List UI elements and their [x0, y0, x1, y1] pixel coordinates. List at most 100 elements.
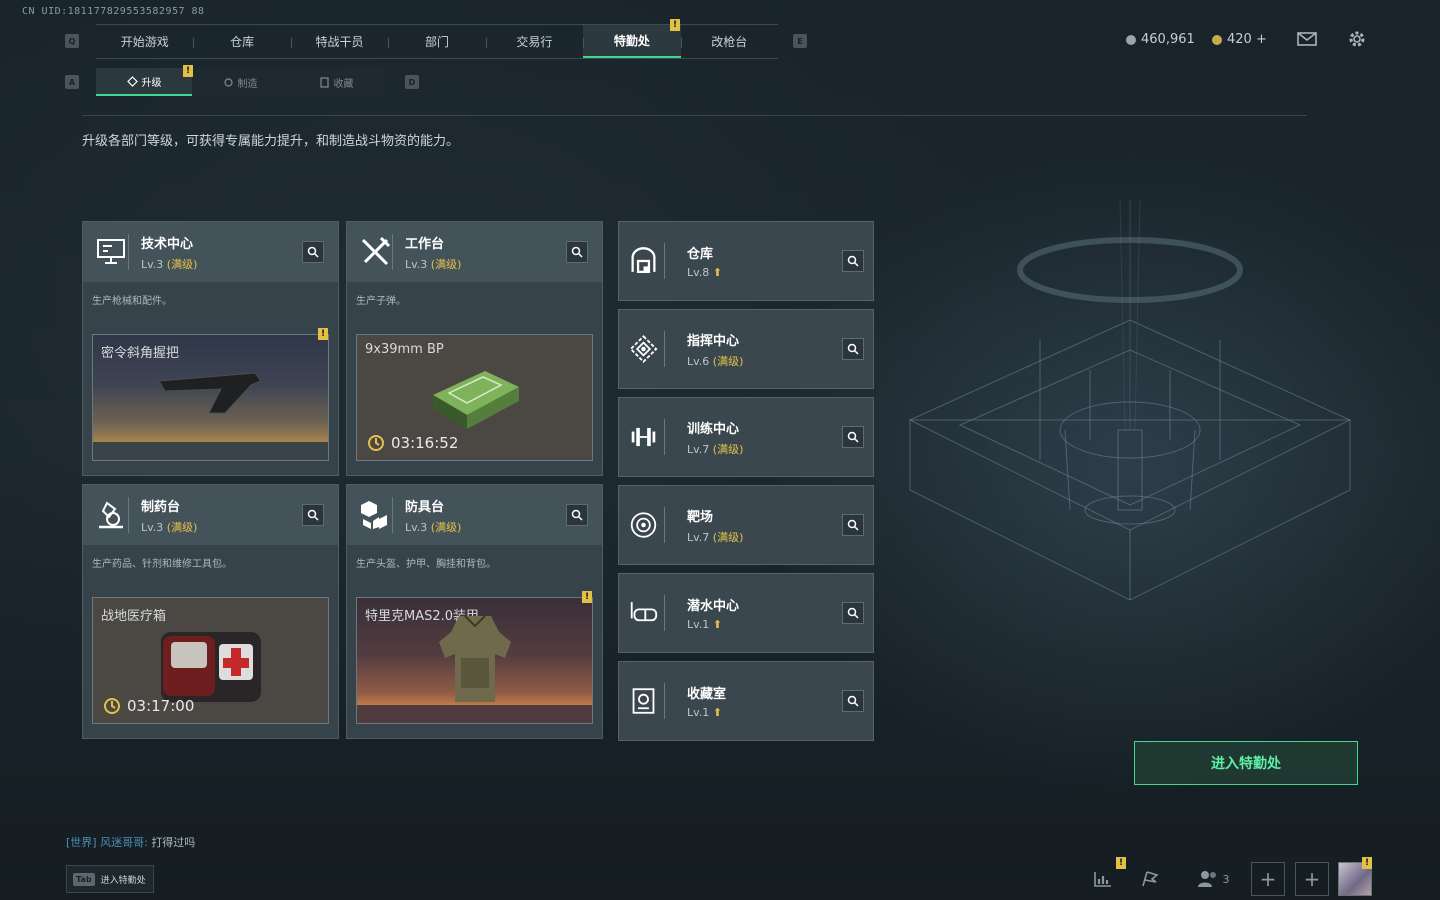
- card-workbench: 工作台 Lv.3 (满级) 生产子弹。 9x39mm BP 03:16:52: [346, 221, 603, 476]
- tech-center-alert-badge: !: [318, 328, 328, 340]
- silver-amount: 460,961: [1141, 32, 1195, 47]
- command-center-icon: [629, 335, 658, 363]
- room-collection-name: 收藏室: [687, 687, 727, 702]
- pharmacy-search-button[interactable]: [302, 504, 324, 526]
- enter-special-ops-button[interactable]: 进入特勤处: [1134, 741, 1358, 785]
- pharmacy-product[interactable]: 战地医疗箱 03:17:00: [92, 597, 329, 724]
- room-command-center[interactable]: 指挥中心 Lv.6 (满级): [618, 309, 874, 389]
- magnifier-icon: [847, 255, 859, 267]
- armor-bench-search-button[interactable]: [566, 504, 588, 526]
- silver-currency: 460,961: [1126, 32, 1195, 47]
- tech-center-level: Lv.3 (满级): [141, 257, 198, 271]
- stats-chart-icon[interactable]: [1086, 862, 1120, 896]
- workbench-name: 工作台: [405, 236, 445, 252]
- tab-gunsmith[interactable]: 改枪台: [680, 25, 778, 58]
- medkit-image: [161, 632, 261, 702]
- tech-center-product[interactable]: 密令斜角握把: [92, 334, 329, 461]
- tab-start-game[interactable]: 开始游戏: [96, 25, 193, 58]
- pharmacy-level: Lv.3 (满级): [141, 520, 198, 534]
- room-collection-search-button[interactable]: [842, 690, 864, 712]
- room-diving-center-level: Lv.1 ⬆: [687, 618, 722, 631]
- room-diving-center[interactable]: 潜水中心 Lv.1 ⬆: [618, 573, 874, 653]
- magnifier-icon: [847, 695, 859, 707]
- workbench-product[interactable]: 9x39mm BP 03:16:52: [356, 334, 593, 461]
- gold-currency[interactable]: 420 +: [1212, 32, 1267, 47]
- room-training-center-name: 训练中心: [687, 421, 740, 437]
- tab-special-ops[interactable]: 特勤处: [583, 25, 681, 58]
- room-command-center-search-button[interactable]: [842, 338, 864, 360]
- workbench-header[interactable]: 工作台 Lv.3 (满级): [347, 222, 602, 282]
- chat-message[interactable]: [世界] 风迷哥哥: 打得过吗: [66, 834, 195, 850]
- invite-slot-1-button[interactable]: +: [1251, 862, 1285, 896]
- subtab-craft-label: 制造: [237, 78, 258, 90]
- room-shooting-range[interactable]: 靶场 Lv.7 (满级): [618, 485, 874, 565]
- room-diving-center-search-button[interactable]: [842, 602, 864, 624]
- base-blueprint-illustration: [908, 200, 1352, 601]
- armor-bench-product[interactable]: 特里克MAS2.0装甲: [356, 597, 593, 724]
- room-collection-level: Lv.1 ⬆: [687, 706, 722, 719]
- upgrade-available-icon: ⬆: [712, 618, 722, 631]
- flag-icon[interactable]: [1133, 862, 1167, 896]
- gold-amount: 420 +: [1227, 32, 1267, 47]
- room-command-center-name: 指挥中心: [687, 333, 740, 349]
- tech-center-header[interactable]: 技术中心 Lv.3 (满级): [83, 222, 338, 282]
- room-command-center-level: Lv.6 (满级): [687, 354, 744, 368]
- timer-icon: [104, 698, 120, 714]
- chat-user: 风迷哥哥:: [100, 836, 148, 849]
- armor-bench-product-bar: [357, 705, 592, 723]
- room-collection[interactable]: 收藏室 Lv.1 ⬆: [618, 661, 874, 741]
- invite-slot-2-button[interactable]: +: [1295, 862, 1329, 896]
- tech-center-subtitle: 生产枪械和配件。: [92, 296, 172, 307]
- silver-coin-icon: [1126, 34, 1136, 45]
- pharmacy-timer: 03:17:00: [103, 697, 194, 715]
- room-training-center[interactable]: 训练中心 Lv.7 (满级): [618, 397, 874, 477]
- room-warehouse-name: 仓库: [687, 247, 714, 262]
- subtab-upgrade-label: 升级: [141, 77, 162, 89]
- tab-warehouse[interactable]: 仓库: [193, 25, 290, 58]
- magnifier-icon: [307, 509, 319, 521]
- armor-vest-image: [439, 615, 511, 702]
- tab-department[interactable]: 部门: [388, 25, 485, 58]
- workbench-search-button[interactable]: [566, 241, 588, 263]
- subtab-craft[interactable]: 制造: [192, 68, 288, 96]
- tab-operators[interactable]: 特战干员: [290, 25, 388, 58]
- room-shooting-range-search-button[interactable]: [842, 514, 864, 536]
- user-uid: CN UID:181177829553582957 88: [22, 6, 205, 17]
- tech-center-search-button[interactable]: [302, 241, 324, 263]
- collection-icon: [319, 76, 329, 88]
- pharmacy-header[interactable]: 制药台 Lv.3 (满级): [83, 485, 338, 545]
- workbench-product-name: 9x39mm BP: [365, 342, 444, 357]
- subtab-collection-label: 收藏: [333, 78, 354, 90]
- collection-room-icon: [632, 688, 655, 714]
- gold-coin-icon: [1212, 34, 1222, 45]
- tools-icon: [361, 236, 390, 266]
- tech-center-product-bar: [93, 442, 328, 460]
- subnav-prev-key-hint: A: [65, 75, 79, 89]
- room-warehouse-search-button[interactable]: [842, 250, 864, 272]
- tech-center-name: 技术中心: [141, 236, 194, 252]
- room-shooting-range-level: Lv.7 (满级): [687, 530, 744, 544]
- mail-icon[interactable]: [1297, 31, 1317, 51]
- room-warehouse[interactable]: 仓库 Lv.8 ⬆: [618, 221, 874, 301]
- chat-text: 打得过吗: [151, 836, 196, 849]
- subtab-upgrade[interactable]: 升级: [96, 68, 192, 96]
- squad-button[interactable]: 3: [1190, 862, 1236, 896]
- card-armor-bench: 防具台 Lv.3 (满级) 生产头盔、护甲、胸挂和背包。 特里克MAS2.0装甲: [346, 484, 603, 739]
- room-training-center-search-button[interactable]: [842, 426, 864, 448]
- tab-trade[interactable]: 交易行: [485, 25, 583, 58]
- room-shooting-range-name: 靶场: [687, 509, 714, 525]
- settings-gear-icon[interactable]: [1347, 29, 1367, 53]
- pharmacy-name: 制药台: [141, 499, 181, 515]
- subtab-collection[interactable]: 收藏: [288, 68, 384, 96]
- tab-key-hint: Tab: [73, 872, 95, 886]
- magnifier-icon: [847, 607, 859, 619]
- chat-channel: [世界]: [66, 836, 97, 849]
- enter-special-ops-tab-button[interactable]: Tab 进入特勤处: [66, 865, 154, 893]
- magnifier-icon: [571, 246, 583, 258]
- stats-alert-badge: !: [1116, 857, 1126, 869]
- armor-bench-header[interactable]: 防具台 Lv.3 (满级): [347, 485, 602, 545]
- divider: [82, 115, 1307, 116]
- workbench-level: Lv.3 (满级): [405, 257, 462, 271]
- upgrade-available-icon: ⬆: [712, 266, 722, 279]
- room-diving-center-name: 潜水中心: [687, 599, 740, 614]
